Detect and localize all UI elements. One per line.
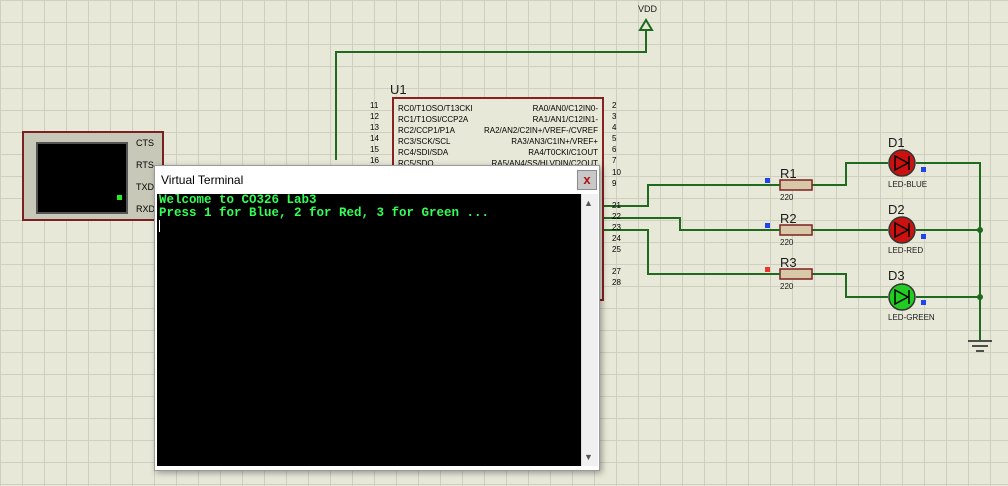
pin-number: 21 — [612, 201, 621, 210]
wire-r2 — [600, 217, 768, 231]
pin-label: RA1/AN1/C12IN1- — [532, 115, 598, 124]
resistor-r3-body — [779, 268, 813, 280]
r1-ref: R1 — [780, 166, 797, 181]
pin-number: 24 — [612, 234, 621, 243]
d1-ref: D1 — [888, 135, 905, 150]
wire-r1-d1 — [812, 162, 888, 186]
schematic-canvas[interactable]: VDD U1 R1 220 R2 220 R3 220 D1 LED-BLUE … — [0, 0, 1008, 486]
pin-number: 11 — [370, 101, 379, 110]
signal-cts: CTS — [136, 138, 154, 148]
d2-ref: D2 — [888, 202, 905, 217]
pin-label: RA2/AN2/C2IN+/VREF-/CVREF — [483, 126, 598, 135]
text-cursor — [159, 220, 160, 232]
terminal-output[interactable]: Welcome to CO326 Lab3 Press 1 for Blue, … — [157, 194, 581, 466]
component-screen — [36, 142, 128, 214]
pin-number: 28 — [612, 278, 621, 287]
d3-type: LED-GREEN — [888, 313, 935, 322]
r3-ref: R3 — [780, 255, 797, 270]
resistor-r2-body — [779, 224, 813, 236]
pin-number: 2 — [612, 101, 617, 110]
vdd-label: VDD — [638, 4, 658, 14]
pin-number: 25 — [612, 245, 621, 254]
pin-number: 6 — [612, 145, 617, 154]
pin-number: 23 — [612, 223, 621, 232]
resistor-r1-body — [779, 179, 813, 191]
pin-number: 14 — [370, 134, 379, 143]
pin-number: 5 — [612, 134, 617, 143]
signal-txd: TXD — [136, 182, 154, 192]
pin-label: RC0/T1OSO/T13CKI — [398, 104, 473, 113]
virtual-terminal-window[interactable]: Virtual Terminal x Welcome to CO326 Lab3… — [154, 165, 600, 471]
pin-number: 4 — [612, 123, 617, 132]
ground-icon — [968, 340, 992, 352]
wire-r3-d3 — [812, 273, 888, 298]
pin-number: 7 — [612, 156, 617, 165]
vdd-arrow — [638, 18, 654, 31]
pin-number: 3 — [612, 112, 617, 121]
signal-rxd: RXD — [136, 204, 156, 214]
pin-label: RA3/AN3/C1IN+/VREF+ — [511, 137, 598, 146]
pin-number: 22 — [612, 212, 621, 221]
scrollbar[interactable]: ▲ ▼ — [581, 194, 598, 466]
r1-value: 220 — [780, 193, 794, 202]
scroll-down-icon[interactable]: ▼ — [584, 452, 593, 462]
pin-number: 10 — [612, 168, 621, 177]
activity-led-icon — [117, 195, 122, 200]
r3-value: 220 — [780, 282, 794, 291]
led-d1-icon — [888, 149, 916, 177]
pin-number: 27 — [612, 267, 621, 276]
virtual-terminal-component[interactable]: CTS RTS TXD RXD — [22, 131, 164, 221]
pin-label: RC1/T1OSI/CCP2A — [398, 115, 469, 124]
window-title: Virtual Terminal — [161, 173, 244, 187]
r2-ref: R2 — [780, 211, 797, 226]
pin-label: RC3/SCK/SCL — [398, 137, 451, 146]
pin-number: 13 — [370, 123, 379, 132]
wire-r3 — [600, 229, 768, 275]
led-d3-icon — [888, 283, 916, 311]
scroll-up-icon[interactable]: ▲ — [584, 198, 593, 208]
terminal-line: Press 1 for Blue, 2 for Red, 3 for Green… — [159, 206, 490, 220]
mcu-ref: U1 — [390, 82, 407, 97]
signal-rts: RTS — [136, 160, 154, 170]
led-d2-icon — [888, 216, 916, 244]
d2-type: LED-RED — [888, 246, 924, 255]
pin-label: RC2/CCP1/P1A — [398, 126, 455, 135]
pin-label: RC4/SDI/SDA — [398, 148, 449, 157]
pin-number: 9 — [612, 179, 617, 188]
d3-ref: D3 — [888, 268, 905, 283]
close-button[interactable]: x — [577, 170, 597, 190]
r2-value: 220 — [780, 238, 794, 247]
wire-r1 — [600, 184, 768, 207]
d1-type: LED-BLUE — [888, 180, 928, 189]
pin-label: RA0/AN0/C12IN0- — [532, 104, 598, 113]
pin-label: RA4/T0CKI/C1OUT — [528, 148, 598, 157]
pin-number: 12 — [370, 112, 379, 121]
pin-number: 15 — [370, 145, 379, 154]
